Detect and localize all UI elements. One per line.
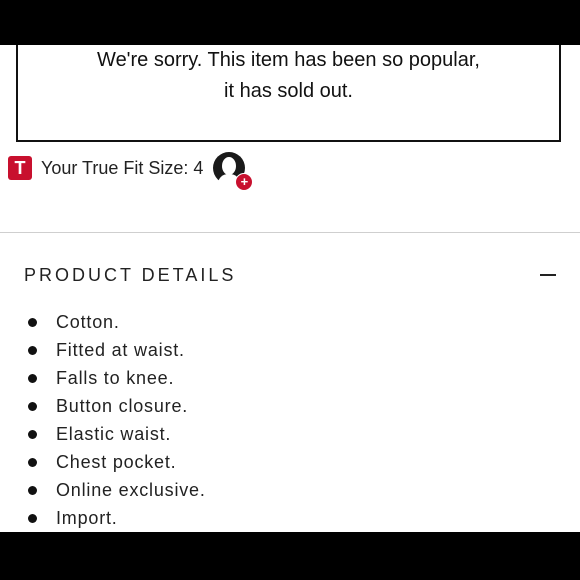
detail-text: Cotton. — [56, 311, 120, 332]
detail-text: Elastic waist. — [56, 423, 172, 444]
list-item: Elastic waist. — [24, 420, 206, 448]
detail-text: Online exclusive. — [56, 479, 206, 500]
true-fit-size-label[interactable]: Your True Fit Size: 4 — [41, 158, 203, 179]
product-details-header[interactable]: PRODUCT DETAILS — [24, 261, 560, 289]
detail-text: Fitted at waist. — [56, 339, 185, 360]
sold-out-notice: We're sorry. This item has been so popul… — [16, 45, 561, 142]
detail-text: Button closure. — [56, 395, 189, 416]
detail-text: Falls to knee. — [56, 367, 175, 388]
bullet-icon — [28, 485, 37, 495]
bullet-icon — [28, 345, 37, 355]
list-item: Falls to knee. — [24, 364, 206, 392]
list-item: Online exclusive. — [24, 476, 206, 504]
true-fit-row[interactable]: T Your True Fit Size: 4 + — [8, 151, 254, 191]
product-details-title: PRODUCT DETAILS — [24, 264, 237, 285]
product-page-content: We're sorry. This item has been so popul… — [0, 45, 580, 532]
add-profile-badge-icon[interactable]: + — [235, 173, 254, 191]
avatar-head — [222, 157, 237, 175]
bullet-icon — [28, 317, 37, 327]
bullet-icon — [28, 429, 37, 439]
true-fit-logo-icon: T — [8, 156, 32, 180]
list-item: Fitted at waist. — [24, 336, 206, 364]
section-divider — [0, 232, 580, 233]
sold-out-line-1: We're sorry. This item has been so popul… — [97, 49, 480, 71]
detail-text: Chest pocket. — [56, 451, 177, 472]
list-item: Chest pocket. — [24, 448, 206, 476]
list-item: Button closure. — [24, 392, 206, 420]
minus-icon[interactable] — [540, 274, 556, 276]
bullet-icon — [28, 373, 37, 383]
sold-out-line-2: it has sold out. — [224, 80, 353, 102]
list-item: Cotton. — [24, 308, 206, 336]
screen: We're sorry. This item has been so popul… — [0, 0, 580, 580]
bullet-icon — [28, 401, 37, 411]
bullet-icon — [28, 457, 37, 467]
list-item: Import. — [24, 504, 206, 532]
bullet-icon — [28, 513, 37, 523]
detail-text: Import. — [56, 507, 118, 528]
user-avatar-icon[interactable]: + — [213, 152, 254, 191]
product-details-list: Cotton. Fitted at waist. Falls to knee. … — [24, 308, 206, 532]
